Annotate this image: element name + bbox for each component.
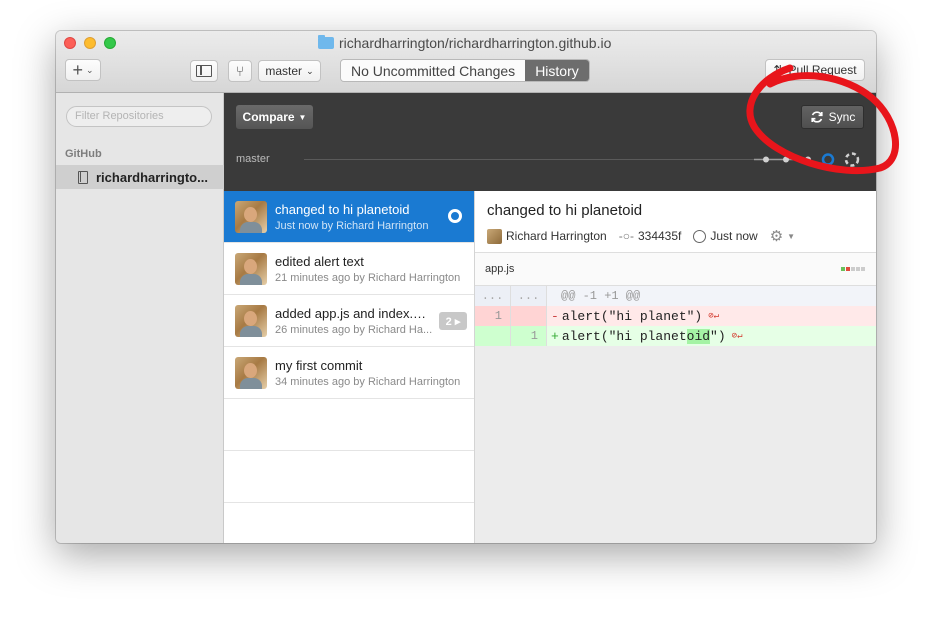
list-item[interactable]: added app.js and index.… 26 minutes ago …: [224, 295, 474, 347]
added-code: alert("hi planet: [561, 328, 687, 344]
window-title: richardharrington/richardharrington.gith…: [318, 35, 611, 51]
deleted-code: alert("hi planet"): [561, 308, 703, 324]
clock-icon: [693, 229, 707, 243]
pull-request-label: Pull Request: [788, 63, 857, 77]
old-line-number: 1: [475, 306, 511, 326]
folder-icon: [318, 35, 334, 49]
no-newline-icon: ⊘↵: [731, 331, 743, 341]
branch-icon-button[interactable]: ⑂: [228, 60, 252, 82]
chevron-down-icon: ⌄: [306, 65, 314, 76]
commit-detail: changed to hi planetoid Richard Harringt…: [475, 191, 876, 543]
added-line-row: 1 + alert("hi planet oid ") ⊘↵: [475, 326, 876, 346]
add-repository-button[interactable]: + ⌄: [65, 59, 101, 81]
commit-detail-header: changed to hi planetoid Richard Harringt…: [475, 191, 876, 253]
new-line-number: 1: [511, 326, 547, 346]
file-name: app.js: [485, 263, 515, 275]
added-code-highlight: oid: [686, 328, 711, 344]
avatar: [235, 305, 267, 337]
commit-icon: -○-: [618, 229, 634, 243]
avatar: [235, 201, 267, 233]
repository-icon: [78, 170, 88, 184]
commit-subtitle: Just now by Richard Harrington: [275, 220, 429, 232]
file-header[interactable]: app.js: [475, 253, 876, 286]
sidebar-item-repository[interactable]: richardharringto...: [56, 165, 224, 189]
commit-title: added app.js and index.…: [275, 306, 427, 321]
commit-meta: Richard Harrington -○- 334435f Just now …: [487, 227, 795, 245]
app-window: richardharrington/richardharrington.gith…: [56, 31, 876, 543]
pull-request-button[interactable]: ⇅ Pull Request: [765, 59, 865, 81]
avatar: [235, 253, 267, 285]
list-item[interactable]: my first commit 34 minutes ago by Richar…: [224, 347, 474, 399]
diff-stat: [841, 267, 865, 271]
empty-row: [224, 451, 474, 503]
zoom-window-button[interactable]: [104, 37, 116, 49]
avatar: [235, 357, 267, 389]
filter-repositories-input[interactable]: Filter Repositories: [66, 106, 212, 127]
titlebar: richardharrington/richardharrington.gith…: [56, 31, 876, 93]
added-line: + alert("hi planet oid ") ⊘↵: [547, 326, 876, 346]
commit-title: edited alert text: [275, 254, 364, 269]
current-commit-icon: [448, 209, 462, 223]
chevron-down-icon: ⌄: [85, 64, 94, 75]
hunk-expand-right[interactable]: ...: [511, 286, 547, 306]
commit-subtitle: 21 minutes ago by Richard Harrington: [275, 272, 461, 284]
list-item[interactable]: edited alert text 21 minutes ago by Rich…: [224, 243, 474, 295]
tab-history[interactable]: History: [525, 60, 589, 81]
tab-uncommitted-changes[interactable]: No Uncommitted Changes: [341, 60, 526, 81]
branch-select-label: master: [265, 64, 303, 78]
deleted-line-row: 1 - alert("hi planet") ⊘↵: [475, 306, 876, 326]
file-count-badge[interactable]: 2 ▸: [439, 312, 467, 330]
commit-subtitle: 26 minutes ago by Richard Ha...: [275, 324, 433, 336]
view-toggle: No Uncommitted Changes History: [340, 59, 590, 82]
gear-icon[interactable]: ⚙: [770, 227, 783, 245]
deleted-line: - alert("hi planet") ⊘↵: [547, 306, 876, 326]
sync-button[interactable]: Sync: [801, 105, 864, 129]
pull-request-icon: ⇅: [773, 63, 784, 77]
commit-time: Just now: [710, 229, 758, 243]
branch-icon: ⑂: [235, 63, 245, 79]
branch-select[interactable]: master ⌄: [258, 60, 321, 82]
commit-title: changed to hi planetoid: [275, 202, 410, 217]
author-name: Richard Harrington: [506, 229, 607, 243]
author-avatar: [487, 228, 502, 244]
timeline-branch-label: master: [236, 153, 270, 165]
sync-label: Sync: [828, 110, 856, 124]
list-item[interactable]: changed to hi planetoid Just now by Rich…: [224, 191, 474, 243]
sync-icon: [811, 111, 823, 123]
compare-label: Compare: [242, 110, 295, 124]
hunk-expand-left[interactable]: ...: [475, 286, 511, 306]
caret-down-icon: ▼: [298, 112, 307, 122]
new-line-number: [511, 306, 547, 326]
old-line-number: [475, 326, 511, 346]
hunk-header-row: ... ... @@ -1 +1 @@: [475, 286, 876, 306]
commit-subtitle: 34 minutes ago by Richard Harrington: [275, 376, 461, 388]
toggle-sidebar-button[interactable]: [190, 60, 218, 82]
no-newline-icon: ⊘↵: [708, 311, 720, 321]
compare-button[interactable]: Compare ▼: [236, 105, 313, 129]
add-label: +: [72, 59, 83, 80]
empty-row: [224, 399, 474, 451]
window-title-text: richardharrington/richardharrington.gith…: [339, 35, 612, 51]
commit-sha[interactable]: 334435f: [638, 229, 681, 243]
hunk-header: @@ -1 +1 @@: [561, 289, 641, 303]
diff-view: ... ... @@ -1 +1 @@ 1 - alert("hi planet"…: [475, 286, 876, 346]
commit-list: changed to hi planetoid Just now by Rich…: [224, 191, 475, 543]
timeline-commit-dots[interactable]: [754, 149, 864, 171]
history-bar: Compare ▼ Sync master: [224, 93, 876, 191]
close-window-button[interactable]: [64, 37, 76, 49]
sidebar-icon: [196, 65, 212, 77]
sidebar-section-heading: GitHub: [65, 148, 102, 160]
added-code-end: "): [710, 328, 726, 344]
minimize-window-button[interactable]: [84, 37, 96, 49]
commit-detail-title: changed to hi planetoid: [487, 202, 643, 219]
sidebar-item-label: richardharringto...: [96, 169, 208, 185]
deleted-marker: -: [551, 308, 559, 324]
sidebar: Filter Repositories GitHub richardharrin…: [56, 93, 224, 543]
added-marker: +: [551, 328, 559, 344]
commit-title: my first commit: [275, 358, 363, 373]
caret-down-icon: ▼: [787, 231, 796, 241]
commit-timeline[interactable]: [304, 159, 754, 160]
